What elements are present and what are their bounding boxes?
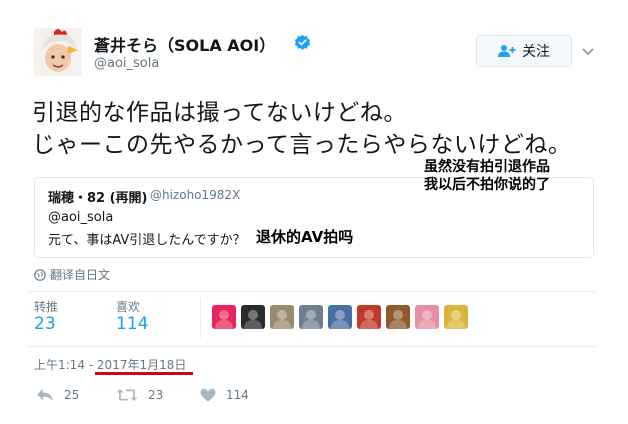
quoted-tweet-text: 元て、事はAV引退したんですか？: [48, 233, 246, 248]
verified-badge-icon: [294, 34, 311, 51]
translate-label: 翻译自日文: [50, 268, 111, 282]
chevron-down-icon[interactable]: [580, 43, 596, 59]
red-underline-annotation: [95, 372, 193, 375]
timestamp-time: 上午1:14 -: [34, 358, 97, 372]
heart-icon: [200, 388, 216, 402]
retweet-icon: [116, 389, 138, 401]
follow-label: 关注: [522, 44, 550, 60]
retweets-stat-label: 转推: [34, 300, 59, 314]
liker-avatar-9[interactable]: [444, 305, 468, 329]
add-user-icon: [498, 45, 516, 57]
tweet-timestamp[interactable]: 上午1:14 - 2017年1月18日: [34, 356, 186, 373]
reply-count: 25: [64, 388, 80, 402]
quoted-overlay-note: 退休的AV拍吗: [256, 228, 354, 246]
like-count: 114: [226, 388, 249, 402]
liker-avatar-3[interactable]: [270, 305, 294, 329]
like-button[interactable]: 114: [200, 388, 249, 402]
reply-icon: [37, 389, 53, 401]
retweets-stat-count[interactable]: 23: [34, 314, 56, 334]
liker-avatar-6[interactable]: [357, 305, 381, 329]
liker-avatar-7[interactable]: [386, 305, 410, 329]
display-name[interactable]: 蒼井そら（SOLA AOI）: [94, 32, 275, 56]
liker-avatar-8[interactable]: [415, 305, 439, 329]
overlay-note-1: 虽然没有拍引退作品: [424, 159, 550, 175]
stats-separator: [200, 298, 201, 338]
user-handle[interactable]: @aoi_sola: [94, 56, 159, 71]
timestamp-date: 2017年1月18日: [96, 358, 187, 372]
likes-stat-count[interactable]: 114: [116, 314, 148, 334]
tweet-text-line-2: じゃーこの先やるかって言ったらやらないけどね。: [32, 132, 572, 158]
liker-avatar-1[interactable]: [212, 305, 236, 329]
retweet-count: 23: [148, 388, 164, 402]
liker-avatar-4[interactable]: [299, 305, 323, 329]
overlay-note-2: 我以后不拍你说的了: [424, 177, 550, 193]
liker-avatar-2[interactable]: [241, 305, 265, 329]
quoted-tweet-name: 瑞穂・82 (再開): [48, 191, 148, 206]
reply-button[interactable]: 25: [36, 388, 79, 402]
divider: [28, 291, 596, 292]
retweet-button[interactable]: 23: [116, 388, 163, 402]
quoted-tweet-mention[interactable]: @aoi_sola: [48, 210, 113, 225]
follow-button[interactable]: 关注: [476, 35, 572, 67]
quoted-tweet-handle: @hizoho1982X: [150, 188, 241, 202]
profile-avatar[interactable]: [34, 28, 82, 76]
liker-avatar-5[interactable]: [328, 305, 352, 329]
translate-link[interactable]: 翻译自日文: [34, 266, 110, 283]
tweet-text-line-1: 引退的な作品は撮ってないけどね。: [32, 100, 407, 126]
globe-icon: [34, 268, 46, 281]
likes-stat-label: 喜欢: [116, 300, 141, 314]
liker-avatars: [212, 305, 468, 329]
divider: [28, 346, 596, 347]
